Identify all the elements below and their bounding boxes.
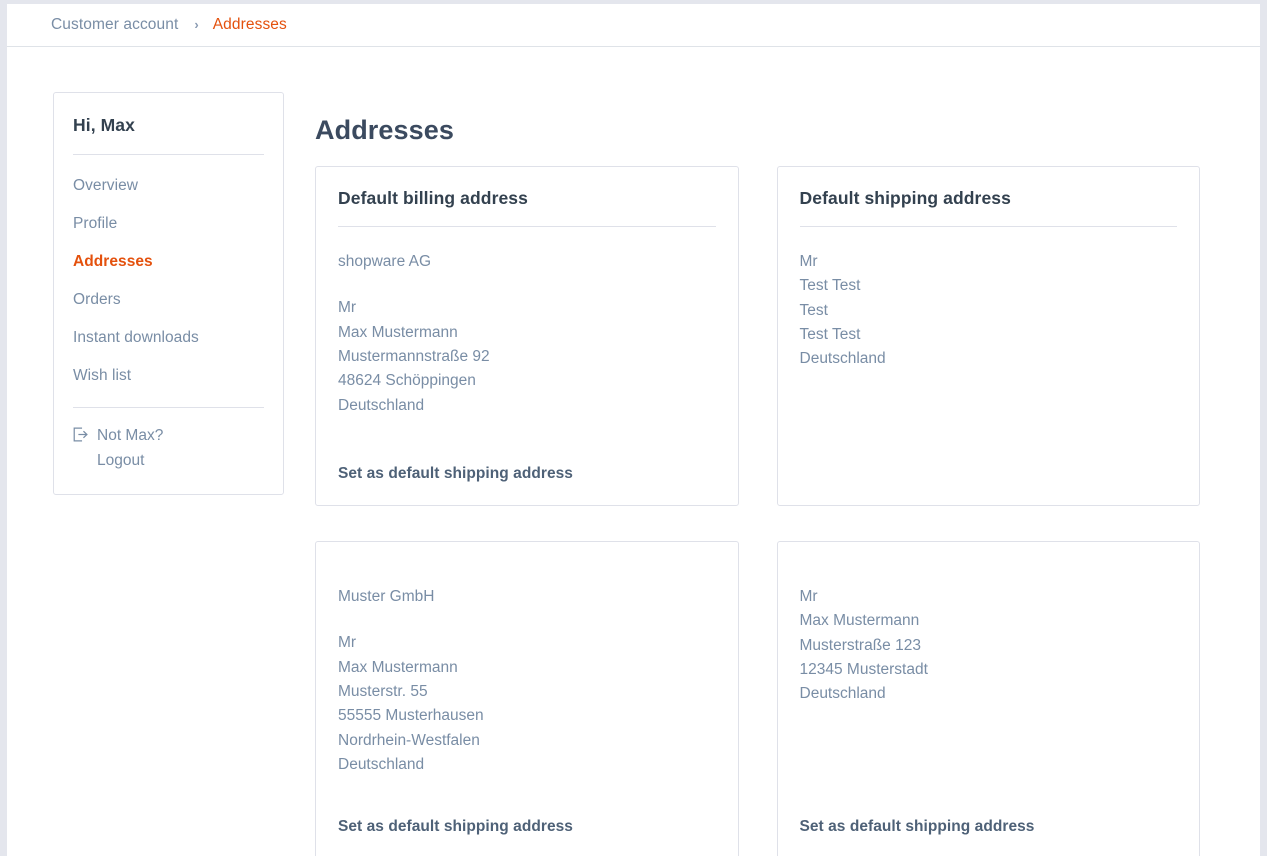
sidebar-nav: Overview Profile Addresses Orders Instan… xyxy=(73,177,264,385)
sidebar-greeting: Hi, Max xyxy=(73,115,135,135)
address-line: 55555 Musterhausen xyxy=(338,707,484,725)
breadcrumb-item-addresses[interactable]: Addresses xyxy=(213,16,287,34)
address-card-divider xyxy=(799,226,1177,227)
logout-texts: Not Max? Logout xyxy=(97,424,163,474)
address-card-spacer xyxy=(800,372,1178,483)
sidebar-item-instant-downloads[interactable]: Instant downloads xyxy=(73,329,264,347)
logout-block: Not Max? Logout xyxy=(73,424,264,474)
address-lines: Mr Max Mustermann Musterstraße 123 12345… xyxy=(800,563,1178,707)
logout-question: Not Max? xyxy=(97,427,164,444)
address-line: Musterstraße 123 xyxy=(799,636,921,654)
address-card-muster-gmbh: Muster GmbH Mr Max Mustermann Musterstr.… xyxy=(315,541,739,856)
address-card-spacer xyxy=(338,418,716,465)
address-line: Max Mustermann xyxy=(338,658,458,676)
logout-link[interactable]: Logout xyxy=(97,449,163,474)
address-line: Mr xyxy=(799,253,818,270)
set-default-shipping-address-link[interactable]: Set as default shipping address xyxy=(338,818,716,836)
address-line: Mr xyxy=(338,299,357,317)
address-line: Musterstr. 55 xyxy=(338,682,428,700)
browser-viewport: Customer account › Addresses Hi, Max Ove… xyxy=(7,4,1260,856)
address-line: Test Test xyxy=(799,325,861,343)
address-line: 48624 Schöppingen xyxy=(338,372,476,390)
sidebar-item-wish-list[interactable]: Wish list xyxy=(73,367,264,385)
address-card-divider xyxy=(338,226,716,227)
sidebar-item-orders[interactable]: Orders xyxy=(73,291,264,309)
address-line: Max Mustermann xyxy=(799,612,920,630)
address-line: Test xyxy=(799,301,828,319)
set-default-shipping-address-link[interactable]: Set as default shipping address xyxy=(800,818,1178,836)
sidebar-divider-bottom xyxy=(73,407,264,408)
address-card-title: Default billing address xyxy=(338,188,528,208)
sidebar-item-overview[interactable]: Overview xyxy=(73,177,264,195)
breadcrumb-item-customer-account[interactable]: Customer account xyxy=(51,16,178,34)
address-lines: Mr Max Mustermann Mustermannstraße 92 48… xyxy=(338,296,716,418)
address-card-musterstadt: Mr Max Mustermann Musterstraße 123 12345… xyxy=(776,541,1200,856)
sidebar-column: Hi, Max Overview Profile Addresses Order… xyxy=(7,92,290,495)
chevron-right-icon: › xyxy=(194,16,199,32)
address-card-default-billing: Default billing address shopware AG Mr M… xyxy=(315,166,739,506)
address-line: 12345 Musterstadt xyxy=(799,660,928,678)
address-line: Mr xyxy=(799,588,818,605)
set-default-shipping-address-link[interactable]: Set as default shipping address xyxy=(338,465,716,483)
address-line: Deutschland xyxy=(799,350,886,368)
page-title: Addresses xyxy=(315,115,454,145)
address-line: Max Mustermann xyxy=(338,323,458,341)
address-line: Nordrhein-Westfalen xyxy=(338,731,480,749)
address-line: Mr xyxy=(338,634,357,652)
address-card-default-shipping: Default shipping address Mr Test Test Te… xyxy=(776,166,1200,506)
address-line: Deutschland xyxy=(799,685,886,703)
address-card-spacer xyxy=(800,707,1178,818)
sidebar-item-profile[interactable]: Profile xyxy=(73,215,264,233)
sign-out-icon xyxy=(73,427,88,443)
page-body: Hi, Max Overview Profile Addresses Order… xyxy=(7,47,1260,856)
address-company: shopware AG xyxy=(338,253,432,270)
account-sidebar: Hi, Max Overview Profile Addresses Order… xyxy=(53,92,284,495)
sidebar-item-addresses[interactable]: Addresses xyxy=(73,253,264,271)
address-lines: Mr Max Mustermann Musterstr. 55 55555 Mu… xyxy=(338,631,716,777)
address-card-spacer xyxy=(338,777,716,818)
address-company: Muster GmbH xyxy=(338,588,435,605)
address-line: Deutschland xyxy=(338,396,425,414)
address-lines: Mr Test Test Test Test Test Deutschland xyxy=(800,250,1178,372)
address-line: Deutschland xyxy=(338,755,425,773)
address-line: Test Test xyxy=(799,277,861,295)
address-line: Mustermannstraße 92 xyxy=(338,347,490,365)
sidebar-divider-top xyxy=(73,154,264,155)
main-column: Addresses Default billing address shopwa… xyxy=(290,92,1260,856)
breadcrumb: Customer account › Addresses xyxy=(7,4,1260,47)
address-card-title: Default shipping address xyxy=(799,188,1011,208)
address-card-grid: Default billing address shopware AG Mr M… xyxy=(315,166,1200,856)
